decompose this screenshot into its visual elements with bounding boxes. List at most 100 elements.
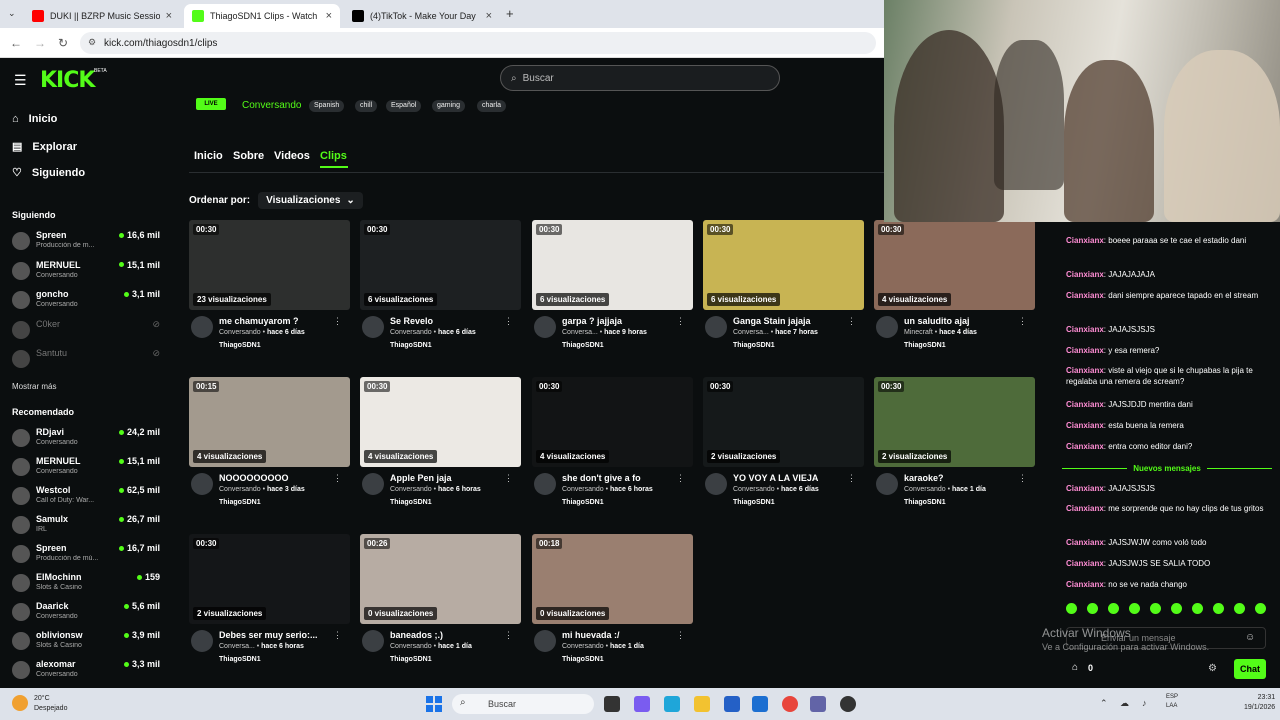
clip-title[interactable]: Apple Pen jaja — [390, 473, 502, 483]
clip-category[interactable]: Conversando — [219, 486, 261, 493]
tag-chill[interactable]: chill — [355, 100, 378, 112]
channel-avatar[interactable] — [362, 316, 384, 338]
clip-card[interactable]: 00:30 4 visualizaciones she don't give a f… — [532, 377, 693, 507]
tag-español[interactable]: Español — [386, 100, 422, 112]
chat-username[interactable]: Cianxianx — [1066, 559, 1104, 568]
sidebar-channel[interactable]: Daarick Conversando 5,6 mil — [12, 600, 160, 628]
clip-thumbnail[interactable]: 00:30 6 visualizaciones — [532, 220, 693, 310]
chat-send-button[interactable]: Chat — [1234, 659, 1266, 679]
more-options-icon[interactable]: ⋮ — [847, 473, 856, 484]
clip-title[interactable]: Se Revelo — [390, 316, 502, 326]
clip-thumbnail[interactable]: 00:30 2 visualizaciones — [703, 377, 864, 467]
input-language[interactable]: ESP LAA — [1166, 693, 1178, 711]
clip-card[interactable]: 00:30 2 visualizaciones YO VOY A LA VIEJA C… — [703, 377, 864, 507]
clip-category[interactable]: Conversa... — [562, 329, 598, 336]
browser-tab[interactable]: ThiagoSDN1 Clips - Watch Live × — [184, 4, 340, 28]
sidebar-channel[interactable]: ElMochinn Slots & Casino 159 — [12, 571, 160, 599]
sidebar-channel[interactable]: RDjavi Conversando 24,2 mil — [12, 426, 160, 454]
clip-thumbnail[interactable]: 00:30 4 visualizaciones — [360, 377, 521, 467]
more-options-icon[interactable]: ⋮ — [676, 316, 685, 327]
clip-card[interactable]: 00:26 0 visualizaciones baneados ;.) Conver… — [360, 534, 521, 664]
tag-gaming[interactable]: gaming — [432, 100, 465, 112]
clip-channel[interactable]: ThiagoSDN1 — [219, 499, 261, 506]
clip-thumbnail[interactable]: 00:30 4 visualizaciones — [532, 377, 693, 467]
channel-category[interactable]: Conversando — [242, 100, 301, 111]
weather-widget[interactable]: 20°C Despejado — [34, 694, 67, 714]
clip-thumbnail[interactable]: 00:30 6 visualizaciones — [360, 220, 521, 310]
app-icon[interactable] — [840, 696, 856, 712]
clip-channel[interactable]: ThiagoSDN1 — [904, 342, 946, 349]
channel-avatar[interactable] — [876, 473, 898, 495]
clip-card[interactable]: 00:30 4 visualizaciones un saludito ajaj Mi… — [874, 220, 1035, 350]
clip-channel[interactable]: ThiagoSDN1 — [733, 342, 775, 349]
emote-icon[interactable] — [1087, 603, 1098, 614]
sidebar-channel[interactable]: alexomar Conversando 3,3 mil — [12, 658, 160, 686]
chat-username[interactable]: Cianxianx — [1066, 538, 1104, 547]
more-options-icon[interactable]: ⋮ — [676, 473, 685, 484]
teams-icon[interactable] — [810, 696, 826, 712]
clip-category[interactable]: Conversa... — [219, 643, 255, 650]
chat-username[interactable]: Cianxianx — [1066, 580, 1104, 589]
more-options-icon[interactable]: ⋮ — [333, 473, 342, 484]
channel-avatar[interactable] — [191, 630, 213, 652]
clip-card[interactable]: 00:30 6 visualizaciones garpa ? jajjaja Con… — [532, 220, 693, 350]
gear-icon[interactable]: ⚙ — [1208, 663, 1217, 674]
clip-card[interactable]: 00:30 2 visualizaciones karaoke? Conversand… — [874, 377, 1035, 507]
tag-charla[interactable]: charla — [477, 100, 507, 112]
sidebar-nav-siguiendo[interactable]: ♡ Siguiendo — [12, 166, 85, 180]
emote-icon[interactable] — [1171, 603, 1182, 614]
emote-icon[interactable] — [1108, 603, 1119, 614]
clip-category[interactable]: Conversando — [733, 486, 775, 493]
clip-thumbnail[interactable]: 00:30 6 visualizaciones — [703, 220, 864, 310]
channel-avatar[interactable] — [534, 473, 556, 495]
sidebar-channel[interactable]: Samulx IRL 26,7 mil — [12, 513, 160, 541]
emote-icon[interactable] — [1234, 603, 1245, 614]
sidebar-channel[interactable]: Santutu ⊘ — [12, 347, 160, 375]
edge-icon[interactable] — [664, 696, 680, 712]
back-icon[interactable]: ← — [10, 36, 22, 50]
emote-icon[interactable] — [1066, 603, 1077, 614]
clip-thumbnail[interactable]: 00:30 4 visualizaciones — [874, 220, 1035, 310]
chrome-icon[interactable] — [782, 696, 798, 712]
channel-avatar[interactable] — [534, 630, 556, 652]
emote-icon[interactable] — [1129, 603, 1140, 614]
clip-card[interactable]: 00:15 4 visualizaciones NOOOOOOOOO Conversa… — [189, 377, 350, 507]
clip-title[interactable]: garpa ? jajjaja — [562, 316, 674, 326]
windows-start-icon[interactable] — [426, 696, 442, 712]
channel-avatar[interactable] — [362, 473, 384, 495]
browser-tab[interactable]: (4)TikTok - Make Your Day × — [344, 4, 500, 28]
volume-icon[interactable]: ♪ — [1142, 698, 1147, 708]
clip-channel[interactable]: ThiagoSDN1 — [219, 656, 261, 663]
close-icon[interactable]: × — [166, 10, 172, 22]
task-view-icon[interactable] — [604, 696, 620, 712]
clip-title[interactable]: NOOOOOOOOO — [219, 473, 331, 483]
more-options-icon[interactable]: ⋮ — [504, 316, 513, 327]
tab-videos[interactable]: Videos — [274, 150, 310, 162]
menu-icon[interactable]: ☰ — [14, 72, 27, 89]
site-info-icon[interactable]: ⚙ — [88, 37, 96, 48]
clip-title[interactable]: Debes ser muy serio:... — [219, 630, 331, 640]
emote-icon[interactable] — [1255, 603, 1266, 614]
sidebar-channel[interactable]: MERNUEL Conversando 15,1 mil — [12, 259, 160, 287]
clip-category[interactable]: Conversa... — [733, 329, 769, 336]
clip-category[interactable]: Conversando — [390, 329, 432, 336]
clip-category[interactable]: Conversando — [219, 329, 261, 336]
clip-category[interactable]: Conversando — [390, 643, 432, 650]
clip-card[interactable]: 00:18 0 visualizaciones mi huevada :/ Conve… — [532, 534, 693, 664]
clip-title[interactable]: she don't give a fo — [562, 473, 674, 483]
sidebar-channel[interactable]: MERNUEL Conversando 15,1 mil — [12, 455, 160, 483]
channel-avatar[interactable] — [705, 473, 727, 495]
chat-username[interactable]: Cianxianx — [1066, 504, 1104, 513]
chat-username[interactable]: Cianxianx — [1066, 421, 1104, 430]
clip-title[interactable]: YO VOY A LA VIEJA — [733, 473, 845, 483]
search-input[interactable]: ⌕ Buscar — [500, 65, 780, 91]
more-options-icon[interactable]: ⋮ — [333, 630, 342, 641]
clip-category[interactable]: Conversando — [562, 486, 604, 493]
clip-card[interactable]: 00:30 23 visualizaciones me chamuyarom ? Co… — [189, 220, 350, 350]
clip-thumbnail[interactable]: 00:15 4 visualizaciones — [189, 377, 350, 467]
clip-category[interactable]: Conversando — [390, 486, 432, 493]
clip-channel[interactable]: ThiagoSDN1 — [390, 499, 432, 506]
tab-inicio[interactable]: Inicio — [194, 150, 223, 162]
chat-username[interactable]: Cianxianx — [1066, 346, 1104, 355]
clip-channel[interactable]: ThiagoSDN1 — [562, 656, 604, 663]
